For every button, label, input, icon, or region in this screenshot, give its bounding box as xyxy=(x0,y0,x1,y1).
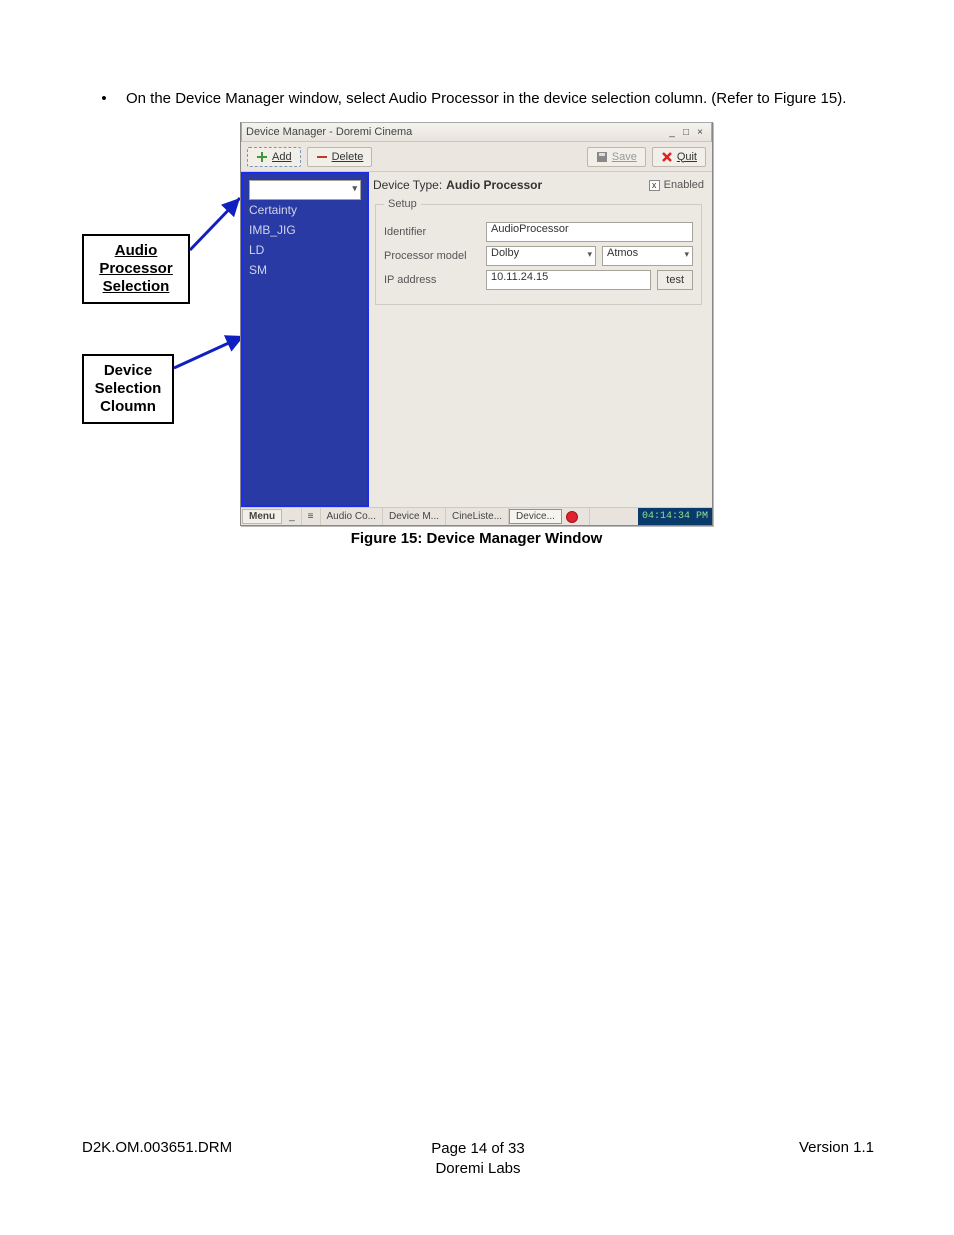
setup-group: Setup Identifier AudioProcessor Processo… xyxy=(375,198,702,305)
quit-label: Quit xyxy=(677,151,697,163)
device-type-value: Audio Processor xyxy=(446,178,542,192)
footer-right: Version 1.1 xyxy=(610,1139,874,1179)
figure-area: Audio Processor Selection Device Selecti… xyxy=(82,122,874,542)
sidebar-item-certainty[interactable]: Certainty xyxy=(249,200,361,220)
enabled-label: Enabled xyxy=(664,179,704,191)
window-titlebar: Device Manager - Doremi Cinema _ □ × xyxy=(241,122,712,142)
taskbar-item-devicem[interactable]: Device M... xyxy=(383,508,446,525)
taskbar-separator: _ xyxy=(283,508,302,525)
callout-label: Audio Processor Selection xyxy=(99,242,172,295)
save-button[interactable]: Save xyxy=(587,147,646,167)
add-label: Add xyxy=(272,151,292,163)
sidebar-item-sm[interactable]: SM xyxy=(249,260,361,280)
taskbar-item-audio[interactable]: Audio Co... xyxy=(321,508,383,525)
bullet-item: • On the Device Manager window, select A… xyxy=(82,88,874,110)
taskbar-spacer xyxy=(582,508,590,525)
minimize-button[interactable]: _ xyxy=(665,125,679,139)
taskbar-item-cineliste[interactable]: CineListe... xyxy=(446,508,509,525)
window-body: AudioProcessor Certainty IMB_JIG LD SM D… xyxy=(241,172,712,507)
status-indicator-icon xyxy=(566,511,578,523)
delete-label: Delete xyxy=(332,151,364,163)
identifier-label: Identifier xyxy=(384,226,480,238)
sidebar-item-audioprocessor[interactable]: AudioProcessor xyxy=(249,180,361,200)
minus-icon xyxy=(316,151,328,163)
main-pane: Device Type: Audio Processor x Enabled S… xyxy=(369,172,712,507)
taskbar-clock: 04:14:34 PM xyxy=(638,508,712,525)
plus-icon xyxy=(256,151,268,163)
taskbar-item-device[interactable]: Device... xyxy=(509,509,562,524)
window-title: Device Manager - Doremi Cinema xyxy=(246,126,412,138)
close-button[interactable]: × xyxy=(693,125,707,139)
page-footer: D2K.OM.003651.DRM Page 14 of 33 Doremi L… xyxy=(82,1139,874,1179)
identifier-input[interactable]: AudioProcessor xyxy=(486,222,693,242)
device-selection-column[interactable]: AudioProcessor Certainty IMB_JIG LD SM xyxy=(241,172,369,507)
callout-audio-processor-selection: Audio Processor Selection xyxy=(82,234,190,304)
delete-button[interactable]: Delete xyxy=(307,147,373,167)
floppy-icon xyxy=(596,151,608,163)
toolbar: Add Delete Save Quit xyxy=(241,142,712,172)
taskbar-menu-button[interactable]: Menu xyxy=(242,509,282,524)
save-label: Save xyxy=(612,151,637,163)
footer-left: D2K.OM.003651.DRM xyxy=(82,1139,346,1179)
footer-center: Page 14 of 33 Doremi Labs xyxy=(346,1139,610,1179)
model-label: Processor model xyxy=(384,250,480,262)
setup-legend: Setup xyxy=(384,198,421,210)
footer-company: Doremi Labs xyxy=(435,1160,520,1177)
ip-input[interactable]: 10.11.24.15 xyxy=(486,270,651,290)
add-button[interactable]: Add xyxy=(247,147,301,167)
taskbar-separator: ≡ xyxy=(302,508,321,525)
device-type-row: Device Type: Audio Processor x Enabled xyxy=(373,176,704,198)
model-select-2[interactable]: Atmos xyxy=(602,246,693,266)
figure-caption: Figure 15: Device Manager Window xyxy=(240,530,713,547)
bullet-text: On the Device Manager window, select Aud… xyxy=(126,88,874,110)
device-type-label: Device Type: xyxy=(373,178,442,192)
identifier-row: Identifier AudioProcessor xyxy=(384,222,693,242)
footer-page: Page 14 of 33 xyxy=(431,1140,524,1157)
maximize-button[interactable]: □ xyxy=(679,125,693,139)
bullet-marker: • xyxy=(82,88,126,110)
ip-label: IP address xyxy=(384,274,480,286)
ip-row: IP address 10.11.24.15 test xyxy=(384,270,693,290)
x-icon xyxy=(661,151,673,163)
model-select-1[interactable]: Dolby xyxy=(486,246,596,266)
enabled-checkbox[interactable]: x xyxy=(649,180,660,191)
quit-button[interactable]: Quit xyxy=(652,147,706,167)
sidebar-item-imb-jig[interactable]: IMB_JIG xyxy=(249,220,361,240)
callout-label: Device Selection Cloumn xyxy=(95,362,162,415)
page-body: • On the Device Manager window, select A… xyxy=(0,0,954,542)
model-row: Processor model Dolby Atmos xyxy=(384,246,693,266)
test-button[interactable]: test xyxy=(657,270,693,290)
callout-device-selection-column: Device Selection Cloumn xyxy=(82,354,174,424)
sidebar-item-ld[interactable]: LD xyxy=(249,240,361,260)
taskbar: Menu _ ≡ Audio Co... Device M... CineLis… xyxy=(241,507,712,525)
device-manager-window: Device Manager - Doremi Cinema _ □ × Add… xyxy=(240,122,713,526)
